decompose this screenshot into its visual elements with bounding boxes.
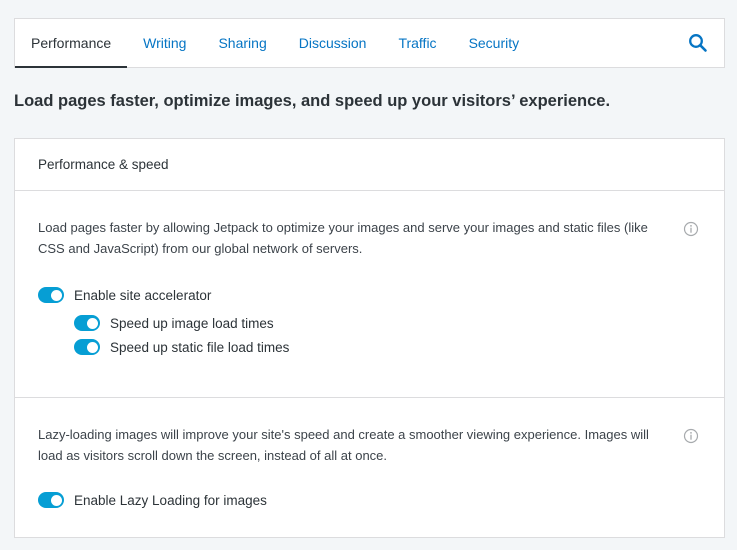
image-load-toggle[interactable] — [74, 315, 100, 331]
page-headline: Load pages faster, optimize images, and … — [14, 92, 611, 110]
tab-security[interactable]: Security — [453, 19, 536, 67]
lazy-loading-section: Lazy-loading images will improve your si… — [15, 398, 724, 537]
lazy-loading-toggle[interactable] — [38, 492, 64, 508]
toggle-row-static-file-load: Speed up static file load times — [38, 335, 668, 359]
performance-speed-card: Performance & speed Load pages faster by… — [14, 138, 725, 538]
tab-writing[interactable]: Writing — [127, 19, 202, 67]
settings-tab-bar: Performance Writing Sharing Discussion T… — [14, 18, 725, 68]
info-icon[interactable] — [683, 428, 699, 444]
toggle-label: Enable site accelerator — [74, 287, 212, 303]
site-accelerator-description: Load pages faster by allowing Jetpack to… — [38, 220, 648, 256]
site-accelerator-section: Load pages faster by allowing Jetpack to… — [15, 191, 724, 398]
site-accelerator-toggle[interactable] — [38, 287, 64, 303]
toggle-label: Enable Lazy Loading for images — [74, 492, 267, 508]
tab-traffic[interactable]: Traffic — [382, 19, 452, 67]
toggle-row-site-accelerator: Enable site accelerator — [38, 283, 668, 307]
info-icon[interactable] — [683, 221, 699, 237]
search-button[interactable] — [672, 19, 724, 67]
toggle-row-lazy-loading: Enable Lazy Loading for images — [38, 488, 668, 512]
card-title: Performance & speed — [15, 139, 724, 191]
toggle-row-image-load: Speed up image load times — [38, 311, 668, 335]
tab-performance[interactable]: Performance — [15, 19, 128, 68]
search-icon — [689, 34, 707, 52]
toggle-label: Speed up static file load times — [110, 339, 290, 355]
tab-sharing[interactable]: Sharing — [202, 19, 282, 67]
lazy-loading-description: Lazy-loading images will improve your si… — [38, 427, 649, 463]
static-file-load-toggle[interactable] — [74, 339, 100, 355]
toggle-label: Speed up image load times — [110, 315, 274, 331]
tab-discussion[interactable]: Discussion — [283, 19, 383, 67]
